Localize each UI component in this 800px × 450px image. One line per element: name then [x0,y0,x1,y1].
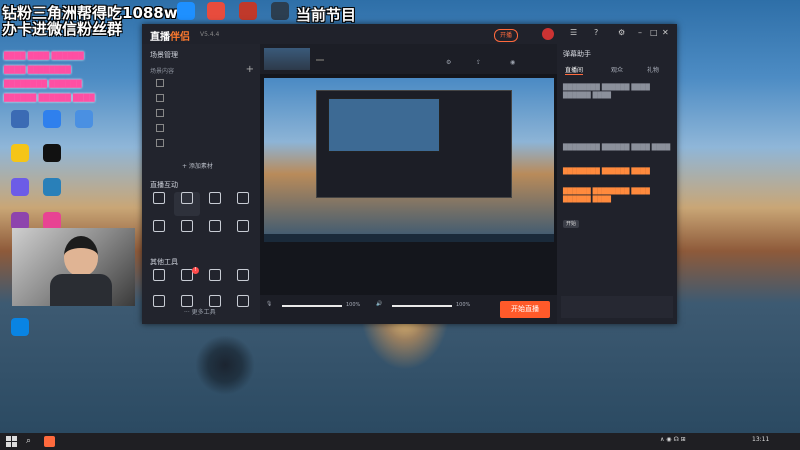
share-link[interactable]: ⇪ [476,59,481,66]
diamond-icon [209,220,221,232]
maximize-icon[interactable]: □ [650,28,658,37]
source-title: 场景内容 [150,68,175,75]
scene-title: 场景管理 [150,51,178,59]
link-icon [209,192,221,204]
chat-message: ████████ ██████ ████ ████ [563,144,671,151]
close-icon[interactable]: ✕ [662,28,669,37]
stream-category-tag[interactable] [316,59,324,61]
share-icon [153,220,165,232]
tool-item[interactable]: ! [174,267,200,293]
webcam-overlay [12,228,135,306]
left-panel: 场景管理 场景内容 + + 添加素材 直播互动 其他工具 ! ··· 更多工具 [142,44,260,324]
scene-item[interactable] [156,109,246,121]
more-tools-title: 其他工具 [150,258,178,266]
tools-title: 直播互动 [150,181,178,189]
streaming-app-window: 直播伴侣 V5.4.4 开播 ☰ ? ⚙ – □ ✕ 场景管理 场景内容 + +… [142,24,677,324]
tab-viewers[interactable]: 观众 [611,65,623,74]
desktop-icon[interactable] [260,2,300,22]
overlay-current-program: 当前节目 [296,6,357,24]
desktop-icon[interactable] [0,318,40,338]
tool-item[interactable] [230,192,256,216]
tool-item[interactable] [202,192,228,216]
chat-icon [181,220,193,232]
chat-input[interactable] [561,296,673,318]
windows-taskbar: ⌕ ∧ ◉ ☊ ⊞ 13:11 [0,433,800,450]
tool-item[interactable] [174,220,200,244]
chat-action[interactable]: 开始 [563,220,671,228]
chat-message-highlight: ██████ ████████ ████ ██████ ████ [563,188,650,203]
tool-item[interactable] [202,220,228,244]
settings-link[interactable]: ⚙ [446,59,451,66]
add-source-button[interactable]: + 添加素材 [182,161,213,170]
chat-panel: 弹幕助手 直播间 观众 礼物 ████████ ██████ ████ ████… [557,44,677,324]
scene-item[interactable] [156,79,246,91]
tool-item[interactable] [202,269,228,293]
overlay-line-2: 办卡进微信粉丝群 [2,20,123,38]
streamer-head [64,236,98,276]
tray-icons[interactable]: ∧ ◉ ☊ ⊞ [660,436,686,443]
game-icon [209,269,221,281]
stream-cover-thumbnail[interactable] [264,48,310,70]
tab-chat[interactable]: 直播间 [565,65,584,75]
tool-item[interactable] [230,269,256,293]
shield-icon [181,192,193,204]
preview-taskbar [264,234,554,242]
app-logo: 直播伴侣 [150,32,190,43]
chat-message-highlight: ████████ ██████ ████ [563,168,650,175]
screen-icon [237,220,249,232]
pink-overlay-text: ████ ████████ [4,66,71,74]
desktop-icon[interactable] [32,144,72,164]
mic-icon [153,192,165,204]
pink-overlay-text: ████ ████ ██████ [4,52,84,60]
go-live-badge[interactable]: 开播 [494,29,519,42]
streamer-body [50,274,112,306]
tool-item[interactable] [146,192,172,216]
tab-gifts[interactable]: 礼物 [647,65,659,74]
status-bar [142,306,557,320]
user-avatar[interactable] [542,28,554,40]
download-icon [237,269,249,281]
pink-overlay-text: ████████ ██████ [4,80,82,88]
stream-preview[interactable] [264,78,554,242]
stream-info-bar: ⚙ ⇪ ◉ [260,44,557,74]
scene-item[interactable] [156,139,246,151]
app-titlebar: 直播伴侣 V5.4.4 开播 ☰ ? ⚙ – □ ✕ [142,24,677,44]
preview-nested-video [328,98,440,152]
settings-icon[interactable]: ⚙ [618,28,625,37]
desktop-icon[interactable] [64,110,104,130]
gift-icon [237,192,249,204]
pink-overlay-text: ██████ ██████ ████ [4,94,95,102]
tool-item[interactable] [146,220,172,244]
menu-icon[interactable]: ☰ [570,28,577,37]
wallpaper-figure [195,335,255,395]
add-scene-icon[interactable]: + [246,64,254,75]
viewer-count: ◉ [510,59,516,66]
minimize-icon[interactable]: – [638,28,642,37]
scene-item[interactable] [156,124,246,136]
app-version: V5.4.4 [200,31,220,38]
chat-panel-title: 弹幕助手 [563,50,591,58]
help-icon[interactable]: ? [594,28,598,37]
camera-icon [153,269,165,281]
clock-time[interactable]: 13:11 [752,436,769,443]
streaming-app-taskbar-icon[interactable] [44,436,55,447]
chat-message: ████████ ██████ ████ ██████ ████ [563,84,650,99]
scene-item[interactable] [156,94,246,106]
desktop-icon[interactable] [32,178,72,198]
preview-panel: ⚙ ⇪ ◉ 🎙 100% 🔊 100% 开始直播 [260,44,557,324]
windows-start-icon[interactable] [6,436,17,447]
notification-badge: ! [192,267,199,274]
tool-item[interactable] [146,269,172,293]
tool-item[interactable] [230,220,256,244]
tool-item[interactable] [174,192,200,216]
search-icon[interactable]: ⌕ [26,436,37,447]
